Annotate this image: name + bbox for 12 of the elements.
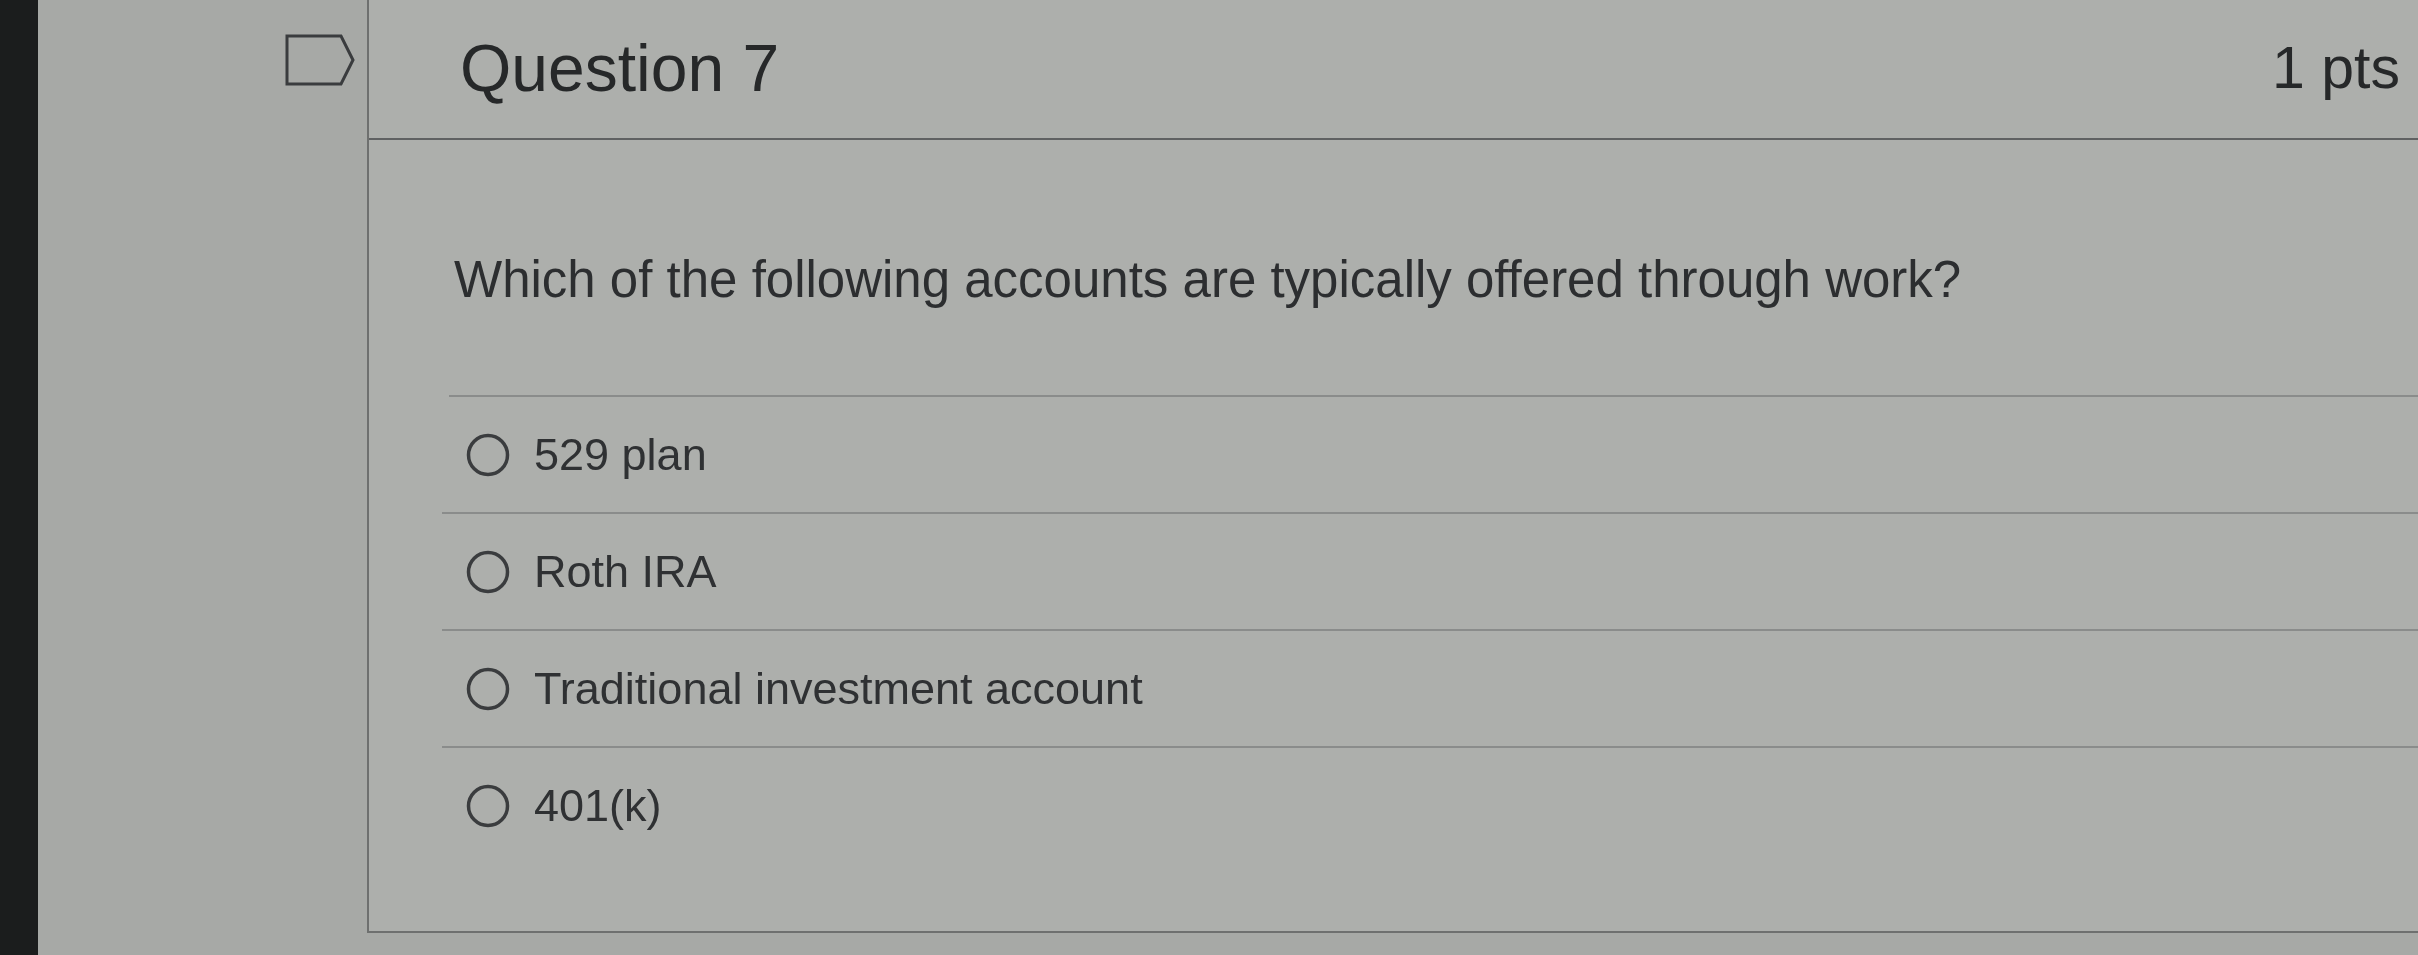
question-text: Which of the following accounts are typically offered through work? (454, 250, 1963, 310)
question-title: Question 7 (460, 31, 780, 107)
answer-label[interactable]: 529 plan (534, 427, 707, 482)
radio-button[interactable] (466, 432, 510, 477)
flag-icon[interactable] (285, 34, 355, 86)
points-label: 1 pts (2272, 35, 2400, 103)
answer-label[interactable]: 401(k) (534, 778, 662, 833)
radio-button[interactable] (466, 549, 510, 594)
answer-label[interactable]: Traditional investment account (534, 661, 1143, 716)
radio-button[interactable] (466, 666, 510, 711)
answer-label[interactable]: Roth IRA (534, 544, 717, 599)
radio-button[interactable] (466, 783, 510, 828)
